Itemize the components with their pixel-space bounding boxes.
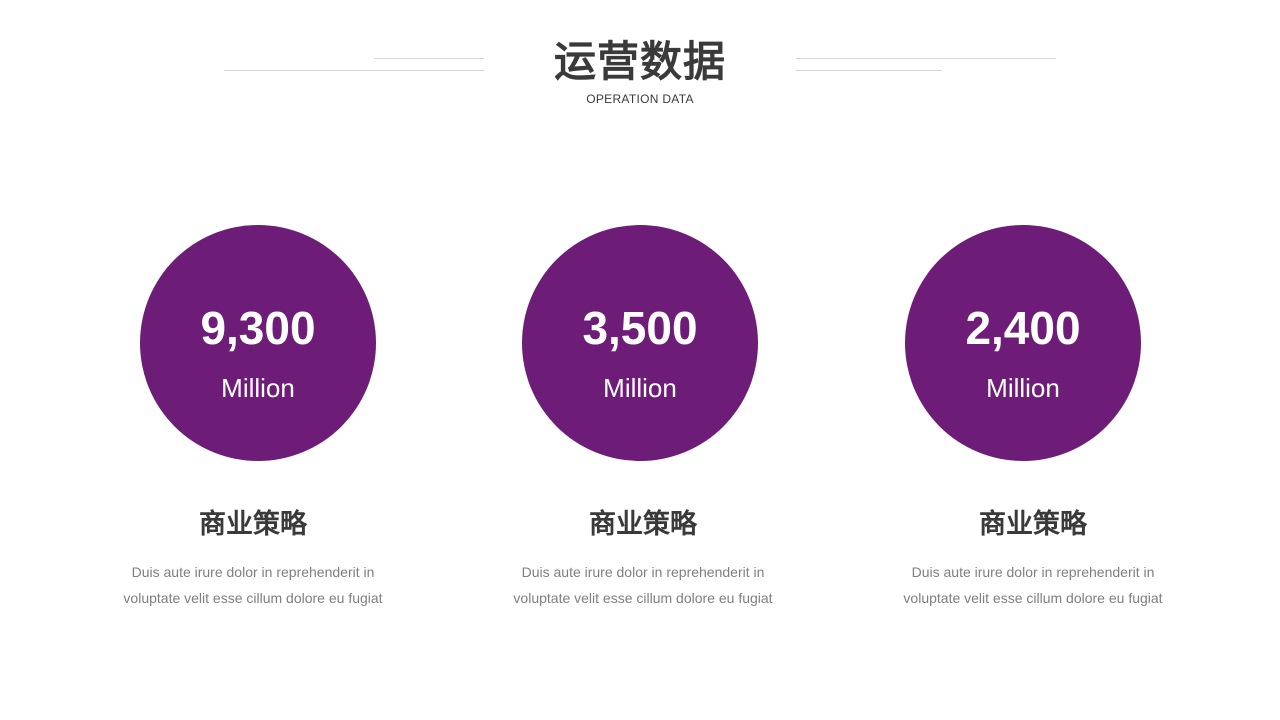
stat-description-3: Duis aute irure dolor in reprehenderit i… — [903, 564, 1163, 606]
stat-circle-2: 3,500 Million — [522, 225, 758, 461]
page-title: 运营数据 — [553, 38, 726, 85]
stat-value-2: 3,500 — [582, 302, 698, 354]
stat-value-1: 9,300 — [200, 302, 316, 354]
stat-heading-2: 商业策略 — [589, 509, 697, 539]
stat-unit-1: Million — [221, 373, 295, 403]
stat-description-1: Duis aute irure dolor in reprehenderit i… — [123, 564, 383, 606]
stat-description-2: Duis aute irure dolor in reprehenderit i… — [513, 564, 773, 606]
stat-heading-3: 商业策略 — [979, 509, 1087, 539]
stat-value-3: 2,400 — [965, 302, 1081, 354]
stat-circle-3: 2,400 Million — [905, 225, 1141, 461]
stat-unit-3: Million — [986, 373, 1060, 403]
slide: 运营数据 OPERATION DATA 9,300 Million 商业策略 D… — [0, 0, 1280, 720]
stat-heading-1: 商业策略 — [199, 509, 307, 539]
stat-unit-2: Million — [603, 373, 677, 403]
stat-circle-1: 9,300 Million — [140, 225, 376, 461]
page-subtitle: OPERATION DATA — [586, 92, 694, 106]
